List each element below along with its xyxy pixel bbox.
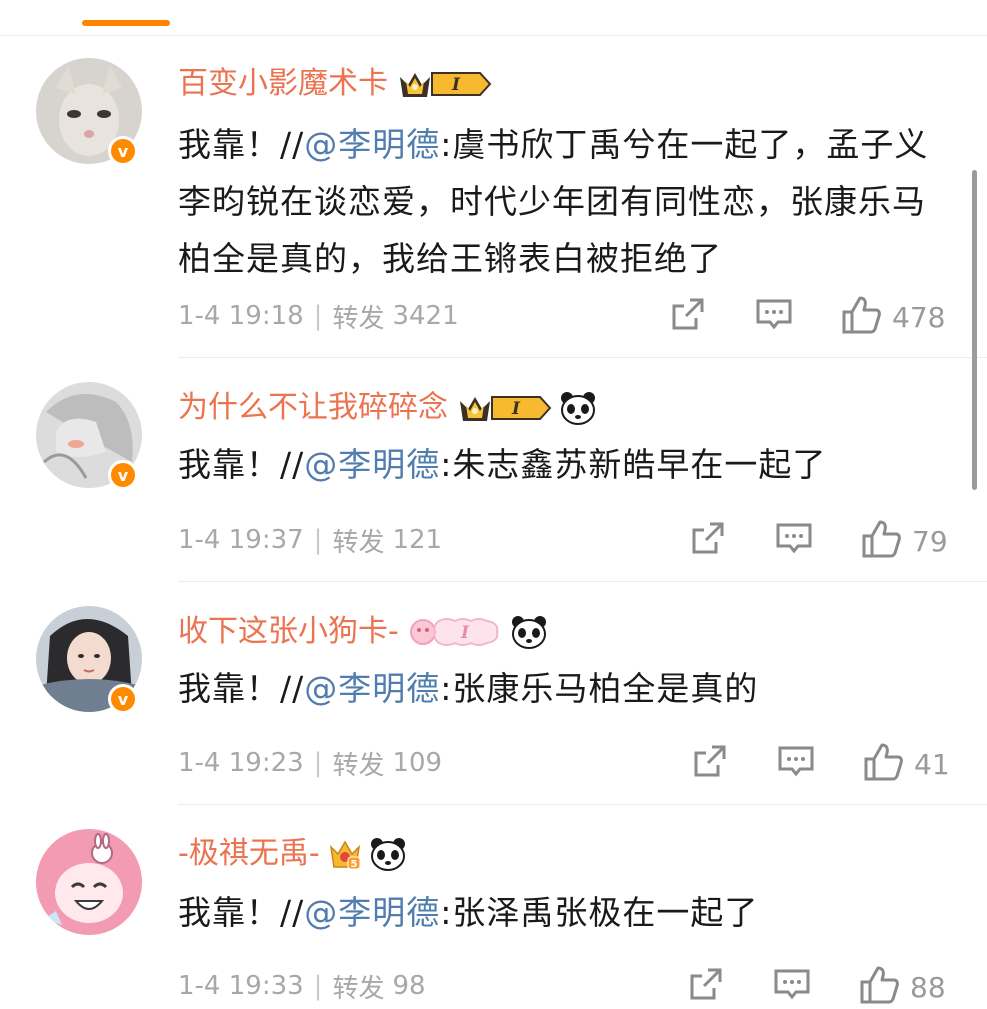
top-divider: [0, 35, 987, 36]
avatar[interactable]: [36, 829, 142, 935]
svg-text:I: I: [451, 75, 461, 95]
comment-divider: [178, 581, 987, 582]
like-button[interactable]: 41: [862, 741, 950, 787]
comment-text: 我靠！//@李明德:朱志鑫苏新皓早在一起了: [178, 436, 953, 493]
share-icon: [690, 741, 730, 785]
like-icon: [862, 741, 904, 787]
name-row: -极祺无禹- 5: [178, 832, 406, 876]
share-button[interactable]: [686, 964, 726, 1008]
comment-text-body: :张康乐马柏全是真的: [440, 669, 759, 708]
crown-badge-icon[interactable]: 5: [328, 837, 362, 871]
comment-time: 1-4 19:23: [178, 748, 304, 778]
name-row: 收下这张小狗卡- I: [178, 610, 547, 654]
reply-button[interactable]: [754, 294, 794, 338]
comment-text-prefix: 我靠！//: [178, 125, 305, 164]
comment-list-page: v 百变小影魔术卡 I 我靠！//@李明德:虞书欣丁禹兮在一起了，孟子义李昀锐在…: [0, 0, 987, 1009]
mention-link[interactable]: @李明德: [304, 125, 440, 164]
comment-time: 1-4 19:33: [178, 971, 304, 1001]
mention-link[interactable]: @李明德: [304, 445, 440, 484]
svg-text:I: I: [511, 399, 521, 419]
repost-count: 109: [392, 748, 443, 778]
mention-link[interactable]: @李明德: [304, 893, 440, 932]
comment-text-prefix: 我靠！//: [178, 893, 305, 932]
comment-text-prefix: 我靠！//: [178, 445, 305, 484]
repost-label: 转发: [332, 973, 385, 1004]
repost-count: 98: [392, 971, 426, 1001]
repost-count: 3421: [392, 301, 459, 331]
mention-link[interactable]: @李明德: [304, 669, 440, 708]
repost-label: 转发: [332, 527, 385, 558]
meta-separator: |: [313, 525, 323, 555]
username[interactable]: 收下这张小狗卡-: [178, 612, 399, 652]
comment-actions: 88: [686, 964, 976, 1008]
panda-icon: [560, 391, 596, 425]
like-count: 478: [892, 300, 946, 334]
comment-icon: [774, 518, 814, 562]
comment-meta: 1-4 19:23 | 转发 109: [178, 743, 442, 783]
share-icon: [686, 964, 726, 1008]
panda-icon: [370, 837, 406, 871]
repost-label: 转发: [332, 303, 385, 334]
share-button[interactable]: [690, 741, 730, 785]
comment-actions: 79: [688, 518, 978, 562]
comment-icon: [776, 741, 816, 785]
meta-separator: |: [313, 748, 323, 778]
repost-count: 121: [392, 525, 443, 555]
comment-icon: [772, 964, 812, 1008]
comment-text: 我靠！//@李明德:虞书欣丁禹兮在一起了，孟子义李昀锐在谈恋爱，时代少年团有同性…: [178, 116, 953, 287]
like-icon: [860, 518, 902, 564]
verified-icon: v: [108, 460, 138, 490]
comment-time: 1-4 19:18: [178, 301, 304, 331]
comment-meta: 1-4 19:37 | 转发 121: [178, 520, 442, 560]
comment-icon: [754, 294, 794, 338]
scrollbar[interactable]: [972, 170, 977, 490]
comment-actions: 478: [668, 294, 958, 338]
active-tab-indicator: [82, 20, 170, 26]
verified-icon: v: [108, 684, 138, 714]
share-icon: [668, 294, 708, 338]
username[interactable]: 百变小影魔术卡: [178, 64, 388, 104]
svg-text:I: I: [460, 623, 470, 643]
verified-icon: v: [108, 136, 138, 166]
share-button[interactable]: [668, 294, 708, 338]
like-icon: [858, 964, 900, 1009]
comment-actions: 41: [690, 741, 980, 785]
crown-badge-icon[interactable]: I: [407, 615, 503, 649]
username[interactable]: -极祺无禹-: [178, 834, 320, 874]
repost-label: 转发: [332, 750, 385, 781]
name-row: 为什么不让我碎碎念 I: [178, 386, 596, 430]
reply-button[interactable]: [772, 964, 812, 1008]
comment-meta: 1-4 19:18 | 转发 3421: [178, 296, 459, 336]
comment-text-body: :张泽禹张极在一起了: [440, 893, 759, 932]
meta-separator: |: [313, 971, 323, 1001]
comment-text-body: :朱志鑫苏新皓早在一起了: [440, 445, 827, 484]
like-count: 88: [910, 970, 946, 1004]
svg-text:5: 5: [350, 859, 357, 870]
like-count: 41: [914, 747, 950, 781]
like-button[interactable]: 79: [860, 518, 948, 564]
name-row: 百变小影魔术卡 I: [178, 62, 492, 106]
share-button[interactable]: [688, 518, 728, 562]
comment-text: 我靠！//@李明德:张康乐马柏全是真的: [178, 660, 953, 717]
crown-badge-icon[interactable]: I: [396, 67, 492, 101]
comment-divider: [178, 357, 987, 358]
like-button[interactable]: 478: [840, 294, 945, 340]
comment-time: 1-4 19:37: [178, 525, 304, 555]
meta-separator: |: [313, 301, 323, 331]
reply-button[interactable]: [774, 518, 814, 562]
comment-divider: [178, 804, 987, 805]
share-icon: [688, 518, 728, 562]
username[interactable]: 为什么不让我碎碎念: [178, 388, 448, 428]
like-count: 79: [912, 524, 948, 558]
comment-text: 我靠！//@李明德:张泽禹张极在一起了: [178, 884, 953, 941]
like-button[interactable]: 88: [858, 964, 946, 1009]
comment-meta: 1-4 19:33 | 转发 98: [178, 966, 426, 1006]
like-icon: [840, 294, 882, 340]
reply-button[interactable]: [776, 741, 816, 785]
comment-text-prefix: 我靠！//: [178, 669, 305, 708]
crown-badge-icon[interactable]: I: [456, 391, 552, 425]
panda-icon: [511, 615, 547, 649]
